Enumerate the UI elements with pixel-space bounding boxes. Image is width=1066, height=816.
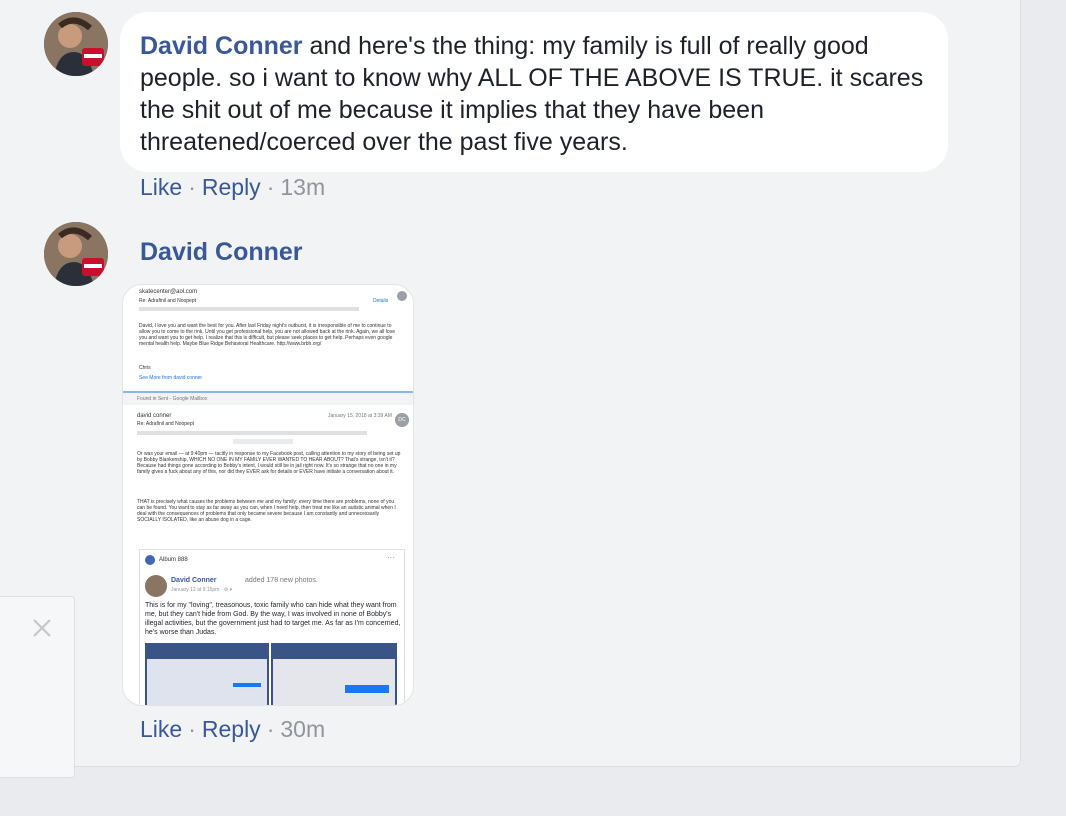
email-subject: Re: Adrafinil and Noopept xyxy=(139,298,196,304)
email-from: skatecenter@aol.com xyxy=(139,289,198,295)
avatar[interactable] xyxy=(44,222,108,286)
email-signature: Chris xyxy=(139,365,151,371)
sender-avatar: DC xyxy=(395,413,409,427)
album-icon xyxy=(145,555,155,565)
comment-timestamp[interactable]: 30m xyxy=(280,716,325,742)
email-from: david conner xyxy=(137,413,172,419)
email-body: David, I love you and want the best for … xyxy=(139,323,395,347)
album-title: Album 888 xyxy=(159,557,188,563)
found-in-text: Found in Sent - Google Mailbox xyxy=(137,396,208,402)
photo-content xyxy=(147,659,267,705)
formatting-toolbar xyxy=(233,439,293,444)
post-author: David Conner xyxy=(171,577,217,584)
separator-dot: · xyxy=(266,174,275,200)
post-text: This is for my "loving", treasonous, tox… xyxy=(145,602,401,636)
photo-content xyxy=(233,683,261,687)
separator-dot: · xyxy=(188,716,196,742)
post-time: January 12 at 9:15pm · ⚙ ▾ xyxy=(171,587,233,593)
comment-author[interactable]: David Conner xyxy=(140,238,303,267)
separator-dot: · xyxy=(188,174,196,200)
recipients-line xyxy=(137,431,367,435)
email-body: THAT is precisely what causes the proble… xyxy=(137,499,396,523)
avatar xyxy=(145,575,167,597)
comment-bubble: David Conner and here's the thing: my fa… xyxy=(120,12,948,172)
see-more-link: See More from david conner xyxy=(139,375,203,381)
photo-content xyxy=(273,659,395,705)
image-attachment[interactable]: skatecenter@aol.com Re: Adrafinil and No… xyxy=(122,284,414,706)
email-subject: Re: Adrafinil and Noopept xyxy=(137,421,194,427)
like-button[interactable]: Like xyxy=(140,174,182,200)
email-body: Or was your email — at 9:40pm — tacitly … xyxy=(137,451,401,475)
recipients-line xyxy=(139,307,359,311)
photo-content xyxy=(345,685,389,693)
comment-actions: Like · Reply · 30m xyxy=(140,716,325,743)
comment-text: David Conner and here's the thing: my fa… xyxy=(140,30,930,158)
reply-button[interactable]: Reply xyxy=(202,716,261,742)
close-icon[interactable] xyxy=(32,618,52,638)
avatar-icon xyxy=(397,291,407,301)
avatar[interactable] xyxy=(44,12,108,76)
comment-actions: Like · Reply · 13m xyxy=(140,174,325,201)
email-date: January 15, 2018 at 3:39 AM xyxy=(328,413,392,419)
comment-author[interactable]: David Conner xyxy=(140,32,303,60)
like-button[interactable]: Like xyxy=(140,716,182,742)
post-added-text: added 178 new photos. xyxy=(245,577,318,584)
reply-button[interactable]: Reply xyxy=(202,174,261,200)
more-options-icon: ··· xyxy=(387,553,395,562)
email-details-link: Details xyxy=(373,298,389,304)
separator-dot: · xyxy=(266,716,275,742)
comment-timestamp[interactable]: 13m xyxy=(280,174,325,200)
